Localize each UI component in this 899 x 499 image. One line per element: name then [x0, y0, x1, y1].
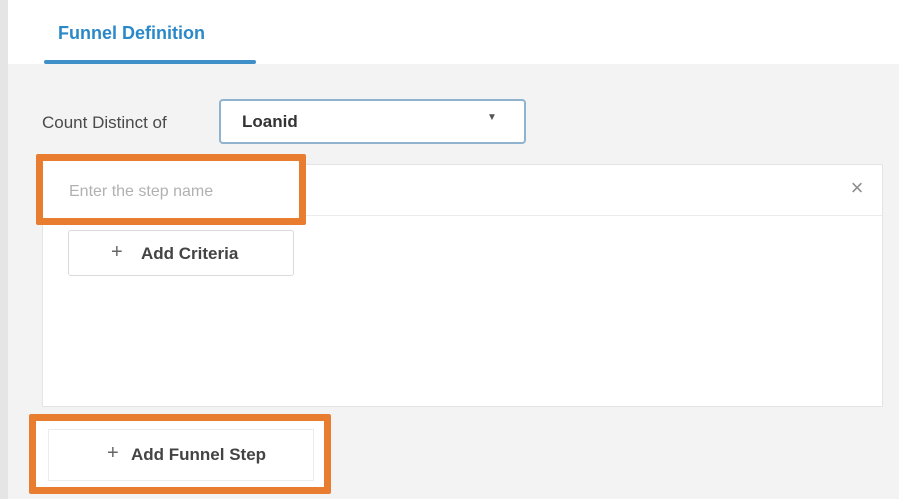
selected-field-value: Loanid: [242, 112, 298, 131]
add-funnel-step-button[interactable]: + Add Funnel Step: [48, 429, 314, 481]
step-name-input-highlight[interactable]: [36, 154, 306, 225]
count-distinct-select[interactable]: Loanid ▼: [219, 99, 526, 144]
left-divider: [0, 0, 8, 499]
count-distinct-label: Count Distinct of: [42, 113, 167, 132]
plus-icon: +: [111, 241, 123, 263]
funnel-definition-panel: Funnel Definition Count Distinct of Loan…: [0, 0, 899, 499]
add-funnel-step-highlight[interactable]: + Add Funnel Step: [29, 414, 331, 494]
tab-bar: Funnel Definition: [8, 0, 899, 64]
close-icon[interactable]: ×: [848, 177, 866, 199]
step-name-input[interactable]: [67, 178, 281, 206]
add-criteria-button[interactable]: + Add Criteria: [68, 230, 294, 276]
add-funnel-step-label: Add Funnel Step: [131, 445, 267, 464]
plus-icon: +: [107, 442, 119, 464]
chevron-down-icon: ▼: [487, 112, 497, 123]
tab-funnel-definition[interactable]: Funnel Definition: [44, 18, 254, 62]
add-criteria-label: Add Criteria: [141, 244, 239, 263]
